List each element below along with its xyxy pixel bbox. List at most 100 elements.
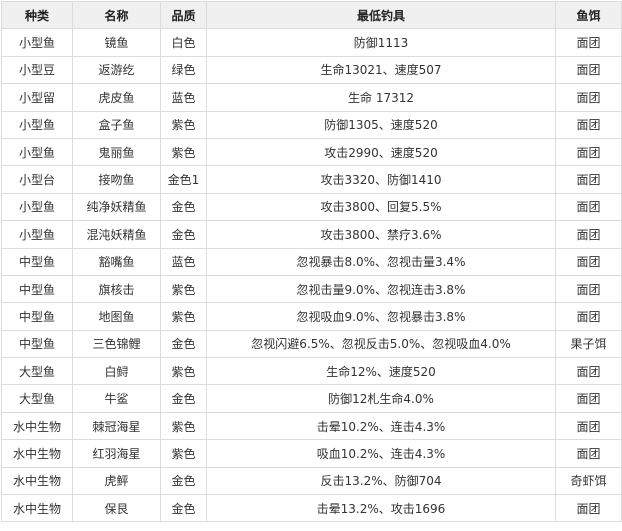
cell-type: 小型鱼 — [1, 220, 73, 249]
cell-name: 返游纥 — [72, 55, 161, 85]
cell-quality: 金色1 — [160, 165, 207, 194]
cell-name: 接吻鱼 — [72, 165, 161, 194]
cell-min-attr: 攻击2990、速度520 — [206, 137, 556, 167]
cell-quality: 紫色 — [160, 137, 207, 167]
cell-min-attr: 生命12%、速度520 — [206, 357, 556, 386]
table-row: 水中生物 虎鲆 金色 反击13.2%、防御704 奇虾饵 — [1, 466, 622, 496]
cell-min-attr: 击晕10.2%、连击4.3% — [206, 411, 556, 441]
cell-bait: 果子饵 — [555, 329, 622, 359]
cell-bait: 面团 — [555, 411, 622, 441]
fish-table: 种类 名称 品质 最低钓具 鱼饵 小型鱼 镜鱼 白色 防御1113 面团 小型豆 返游纥 绿色… — [1, 0, 622, 523]
cell-type: 水中生物 — [1, 411, 73, 441]
cell-bait: 面团 — [555, 28, 622, 57]
cell-bait: 面团 — [555, 55, 622, 85]
cell-quality: 白色 — [160, 28, 207, 57]
cell-quality: 紫色 — [160, 302, 207, 331]
header-name: 名称 — [72, 0, 161, 30]
cell-quality: 紫色 — [160, 439, 207, 468]
cell-bait: 面团 — [555, 247, 622, 276]
table-row: 水中生物 棘冠海星 紫色 击晕10.2%、连击4.3% 面团 — [1, 411, 622, 441]
cell-bait: 面团 — [555, 357, 622, 386]
cell-quality: 金色 — [160, 329, 207, 359]
cell-min-attr: 防御1113 — [206, 28, 556, 57]
cell-bait: 面团 — [555, 165, 622, 194]
cell-min-attr: 忽视吸血9.0%、忽视暴击3.8% — [206, 302, 556, 331]
cell-quality: 蓝色 — [160, 83, 207, 112]
table-row: 中型鱼 地图鱼 紫色 忽视吸血9.0%、忽视暴击3.8% 面团 — [1, 302, 622, 331]
cell-type: 小型豆 — [1, 55, 73, 85]
header-min-attr: 最低钓具 — [206, 0, 556, 30]
cell-name: 纯净妖精鱼 — [72, 192, 161, 222]
cell-type: 小型鱼 — [1, 110, 73, 139]
cell-min-attr: 生命13021、速度507 — [206, 55, 556, 85]
cell-bait: 面团 — [555, 439, 622, 468]
table-row: 中型鱼 豁嘴鱼 蓝色 忽视暴击8.0%、忽视击量3.4% 面团 — [1, 247, 622, 276]
cell-quality: 金色 — [160, 192, 207, 222]
cell-name: 虎皮鱼 — [72, 83, 161, 112]
table-row: 大型鱼 白鲟 紫色 生命12%、速度520 面团 — [1, 357, 622, 386]
table-row: 水中生物 保艮 金色 击晕13.2%、攻击1696 面团 — [1, 494, 622, 523]
cell-min-attr: 攻击3800、回复5.5% — [206, 192, 556, 222]
table-row: 小型鱼 鬼丽鱼 紫色 攻击2990、速度520 面团 — [1, 137, 622, 167]
cell-name: 虎鲆 — [72, 466, 161, 496]
table-body: 小型鱼 镜鱼 白色 防御1113 面团 小型豆 返游纥 绿色 生命13021、速度507 面团 小型… — [1, 28, 622, 523]
cell-name: 牛鲨 — [72, 384, 161, 413]
cell-bait: 面团 — [555, 110, 622, 139]
cell-name: 豁嘴鱼 — [72, 247, 161, 276]
cell-quality: 紫色 — [160, 357, 207, 386]
cell-min-attr: 防御1305、速度520 — [206, 110, 556, 139]
cell-type: 中型鱼 — [1, 329, 73, 359]
cell-type: 小型鱼 — [1, 28, 73, 57]
table-row: 中型鱼 旗核击 紫色 忽视击量9.0%、忽视连击3.8% 面团 — [1, 274, 622, 304]
cell-quality: 紫色 — [160, 274, 207, 304]
cell-type: 小型台 — [1, 165, 73, 194]
table-row: 小型台 接吻鱼 金色1 攻击3320、防御1410 面团 — [1, 165, 622, 194]
cell-min-attr: 忽视闪避6.5%、忽视反击5.0%、忽视吸血4.0% — [206, 329, 556, 359]
cell-min-attr: 吸血10.2%、连击4.3% — [206, 439, 556, 468]
table-row: 小型鱼 混沌妖精鱼 金色 攻击3800、禁疗3.6% 面团 — [1, 220, 622, 249]
cell-type: 水中生物 — [1, 466, 73, 496]
cell-type: 大型鱼 — [1, 384, 73, 413]
cell-quality: 紫色 — [160, 110, 207, 139]
cell-name: 白鲟 — [72, 357, 161, 386]
cell-type: 中型鱼 — [1, 247, 73, 276]
cell-name: 三色锦鲤 — [72, 329, 161, 359]
cell-quality: 金色 — [160, 220, 207, 249]
cell-min-attr: 击晕13.2%、攻击1696 — [206, 494, 556, 523]
cell-name: 混沌妖精鱼 — [72, 220, 161, 249]
cell-min-attr: 防御12札生命4.0% — [206, 384, 556, 413]
cell-min-attr: 反击13.2%、防御704 — [206, 466, 556, 496]
cell-name: 棘冠海星 — [72, 411, 161, 441]
cell-bait: 面团 — [555, 192, 622, 222]
cell-name: 地图鱼 — [72, 302, 161, 331]
table-row: 大型鱼 牛鲨 金色 防御12札生命4.0% 面团 — [1, 384, 622, 413]
header-quality: 品质 — [160, 0, 207, 30]
table-header-row: 种类 名称 品质 最低钓具 鱼饵 — [1, 0, 622, 30]
cell-min-attr: 忽视暴击8.0%、忽视击量3.4% — [206, 247, 556, 276]
cell-name: 盒子鱼 — [72, 110, 161, 139]
table-row: 小型豆 返游纥 绿色 生命13021、速度507 面团 — [1, 55, 622, 85]
cell-min-attr: 攻击3320、防御1410 — [206, 165, 556, 194]
cell-type: 小型鱼 — [1, 137, 73, 167]
cell-name: 红羽海星 — [72, 439, 161, 468]
header-bait: 鱼饵 — [555, 0, 622, 30]
cell-type: 水中生物 — [1, 439, 73, 468]
header-type: 种类 — [1, 0, 73, 30]
table-row: 中型鱼 三色锦鲤 金色 忽视闪避6.5%、忽视反击5.0%、忽视吸血4.0% 果子饵 — [1, 329, 622, 359]
cell-quality: 蓝色 — [160, 247, 207, 276]
cell-type: 中型鱼 — [1, 274, 73, 304]
cell-min-attr: 攻击3800、禁疗3.6% — [206, 220, 556, 249]
table-row: 小型留 虎皮鱼 蓝色 生命 17312 面团 — [1, 83, 622, 112]
cell-name: 鬼丽鱼 — [72, 137, 161, 167]
cell-bait: 面团 — [555, 83, 622, 112]
cell-bait: 面团 — [555, 384, 622, 413]
table-row: 水中生物 红羽海星 紫色 吸血10.2%、连击4.3% 面团 — [1, 439, 622, 468]
cell-bait: 面团 — [555, 220, 622, 249]
cell-bait: 奇虾饵 — [555, 466, 622, 496]
cell-type: 中型鱼 — [1, 302, 73, 331]
cell-bait: 面团 — [555, 494, 622, 523]
cell-quality: 金色 — [160, 494, 207, 523]
cell-type: 大型鱼 — [1, 357, 73, 386]
cell-type: 小型鱼 — [1, 192, 73, 222]
table-row: 小型鱼 镜鱼 白色 防御1113 面团 — [1, 28, 622, 57]
